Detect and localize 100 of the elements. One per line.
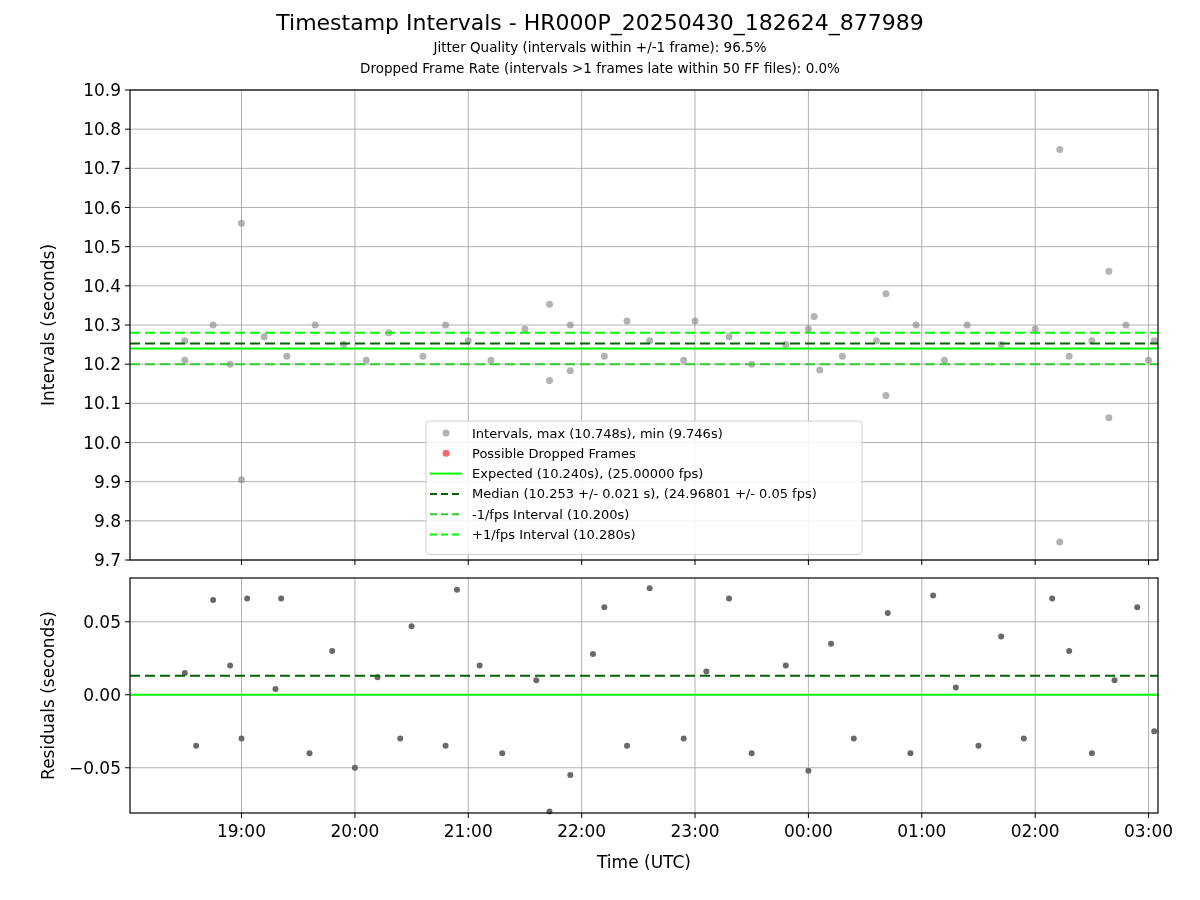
data-point	[1065, 352, 1073, 360]
data-point	[546, 300, 553, 308]
data-point	[646, 585, 653, 592]
data-point	[499, 750, 506, 757]
tick-label: 23:00	[670, 821, 720, 841]
chart-title: Timestamp Intervals - HR000P_20250430_182624_877989	[276, 10, 924, 36]
legend-label: Expected (10.240s), (25.00000 fps)	[472, 466, 704, 482]
data-point	[181, 669, 188, 676]
data-point	[566, 321, 574, 329]
data-point	[884, 610, 891, 617]
data-point	[311, 321, 319, 329]
data-point	[680, 735, 687, 742]
tick-mark	[124, 89, 131, 91]
tick-label: 9.8	[93, 510, 121, 531]
tick-mark	[124, 246, 131, 248]
data-point	[998, 633, 1005, 640]
data-point	[566, 367, 574, 375]
data-point	[453, 586, 460, 593]
data-point	[782, 341, 790, 349]
data-point	[1049, 595, 1056, 602]
data-point	[1105, 267, 1113, 275]
tick-label: 10.9	[83, 80, 121, 100]
data-point	[419, 352, 427, 360]
tick-label: 10.3	[83, 315, 121, 335]
tick-label: 10.0	[83, 432, 121, 453]
data-point	[362, 356, 370, 364]
data-point	[546, 377, 553, 385]
legend-marker-icon	[442, 449, 450, 457]
data-point	[810, 312, 818, 320]
tick-label: 10.6	[83, 197, 121, 218]
data-point	[521, 325, 529, 333]
data-point	[680, 356, 688, 364]
data-point	[374, 674, 381, 681]
tick-mark	[124, 694, 131, 696]
chart-subtitle: Dropped Frame Rate (intervals >1 frames late within 50 FF files): 0.0%	[360, 59, 840, 78]
data-point	[882, 392, 890, 399]
legend-line-icon	[429, 472, 463, 475]
data-point	[828, 640, 835, 647]
tick-label: 0.00	[83, 684, 121, 705]
tick-label: 10.7	[83, 158, 121, 179]
data-point	[748, 360, 756, 368]
data-point	[226, 360, 234, 368]
data-point	[600, 352, 608, 360]
tick-mark	[124, 402, 131, 404]
tick-mark	[241, 559, 242, 566]
data-point	[487, 356, 495, 364]
data-point	[408, 623, 415, 630]
data-point	[912, 321, 920, 329]
data-point	[975, 742, 982, 749]
data-point	[1111, 677, 1118, 684]
data-point	[272, 685, 279, 692]
data-point	[940, 356, 948, 364]
data-point	[260, 333, 268, 341]
data-point	[725, 333, 733, 341]
data-point	[1088, 337, 1096, 345]
data-point	[1150, 337, 1158, 345]
tick-label: 01:00	[897, 821, 947, 841]
tick-label: 10.8	[83, 119, 121, 140]
tick-mark	[581, 812, 583, 819]
data-point	[882, 290, 890, 298]
tick-label: 10.4	[83, 275, 121, 296]
data-point	[646, 337, 654, 345]
tick-mark	[124, 128, 131, 130]
data-point	[464, 337, 472, 345]
tick-label: 22:00	[557, 821, 607, 841]
data-point	[442, 321, 450, 329]
data-point	[238, 476, 245, 484]
tick-mark	[124, 442, 131, 443]
data-point	[1134, 604, 1141, 611]
data-point	[1145, 356, 1153, 364]
data-point	[805, 767, 812, 774]
tick-label: 10.1	[83, 393, 121, 414]
data-point	[963, 321, 971, 329]
data-point	[567, 772, 574, 779]
data-point	[782, 662, 789, 669]
tick-mark	[467, 812, 469, 819]
data-point	[210, 596, 217, 603]
tick-mark	[354, 559, 356, 566]
data-point	[804, 325, 812, 333]
tick-label: 03:00	[1124, 821, 1174, 841]
data-point	[340, 341, 348, 349]
tick-mark	[581, 559, 583, 566]
axis-label: Residuals (seconds)	[38, 611, 58, 780]
data-point	[601, 604, 608, 611]
data-point	[624, 742, 630, 749]
tick-label: −0.05	[68, 757, 121, 778]
tick-mark	[921, 559, 923, 566]
tick-mark	[124, 767, 131, 769]
data-point	[227, 662, 234, 669]
legend-marker-icon	[442, 429, 450, 437]
tick-mark	[124, 621, 131, 623]
data-point	[238, 219, 245, 227]
tick-mark	[694, 812, 696, 819]
tick-label: 00:00	[783, 821, 833, 841]
data-point	[1020, 735, 1027, 742]
data-point	[1056, 538, 1064, 546]
data-point	[1066, 648, 1073, 654]
tick-label: 9.7	[93, 550, 121, 568]
legend-label: +1/fps Interval (10.280s)	[472, 527, 636, 542]
tick-label: 02:00	[1010, 821, 1060, 841]
